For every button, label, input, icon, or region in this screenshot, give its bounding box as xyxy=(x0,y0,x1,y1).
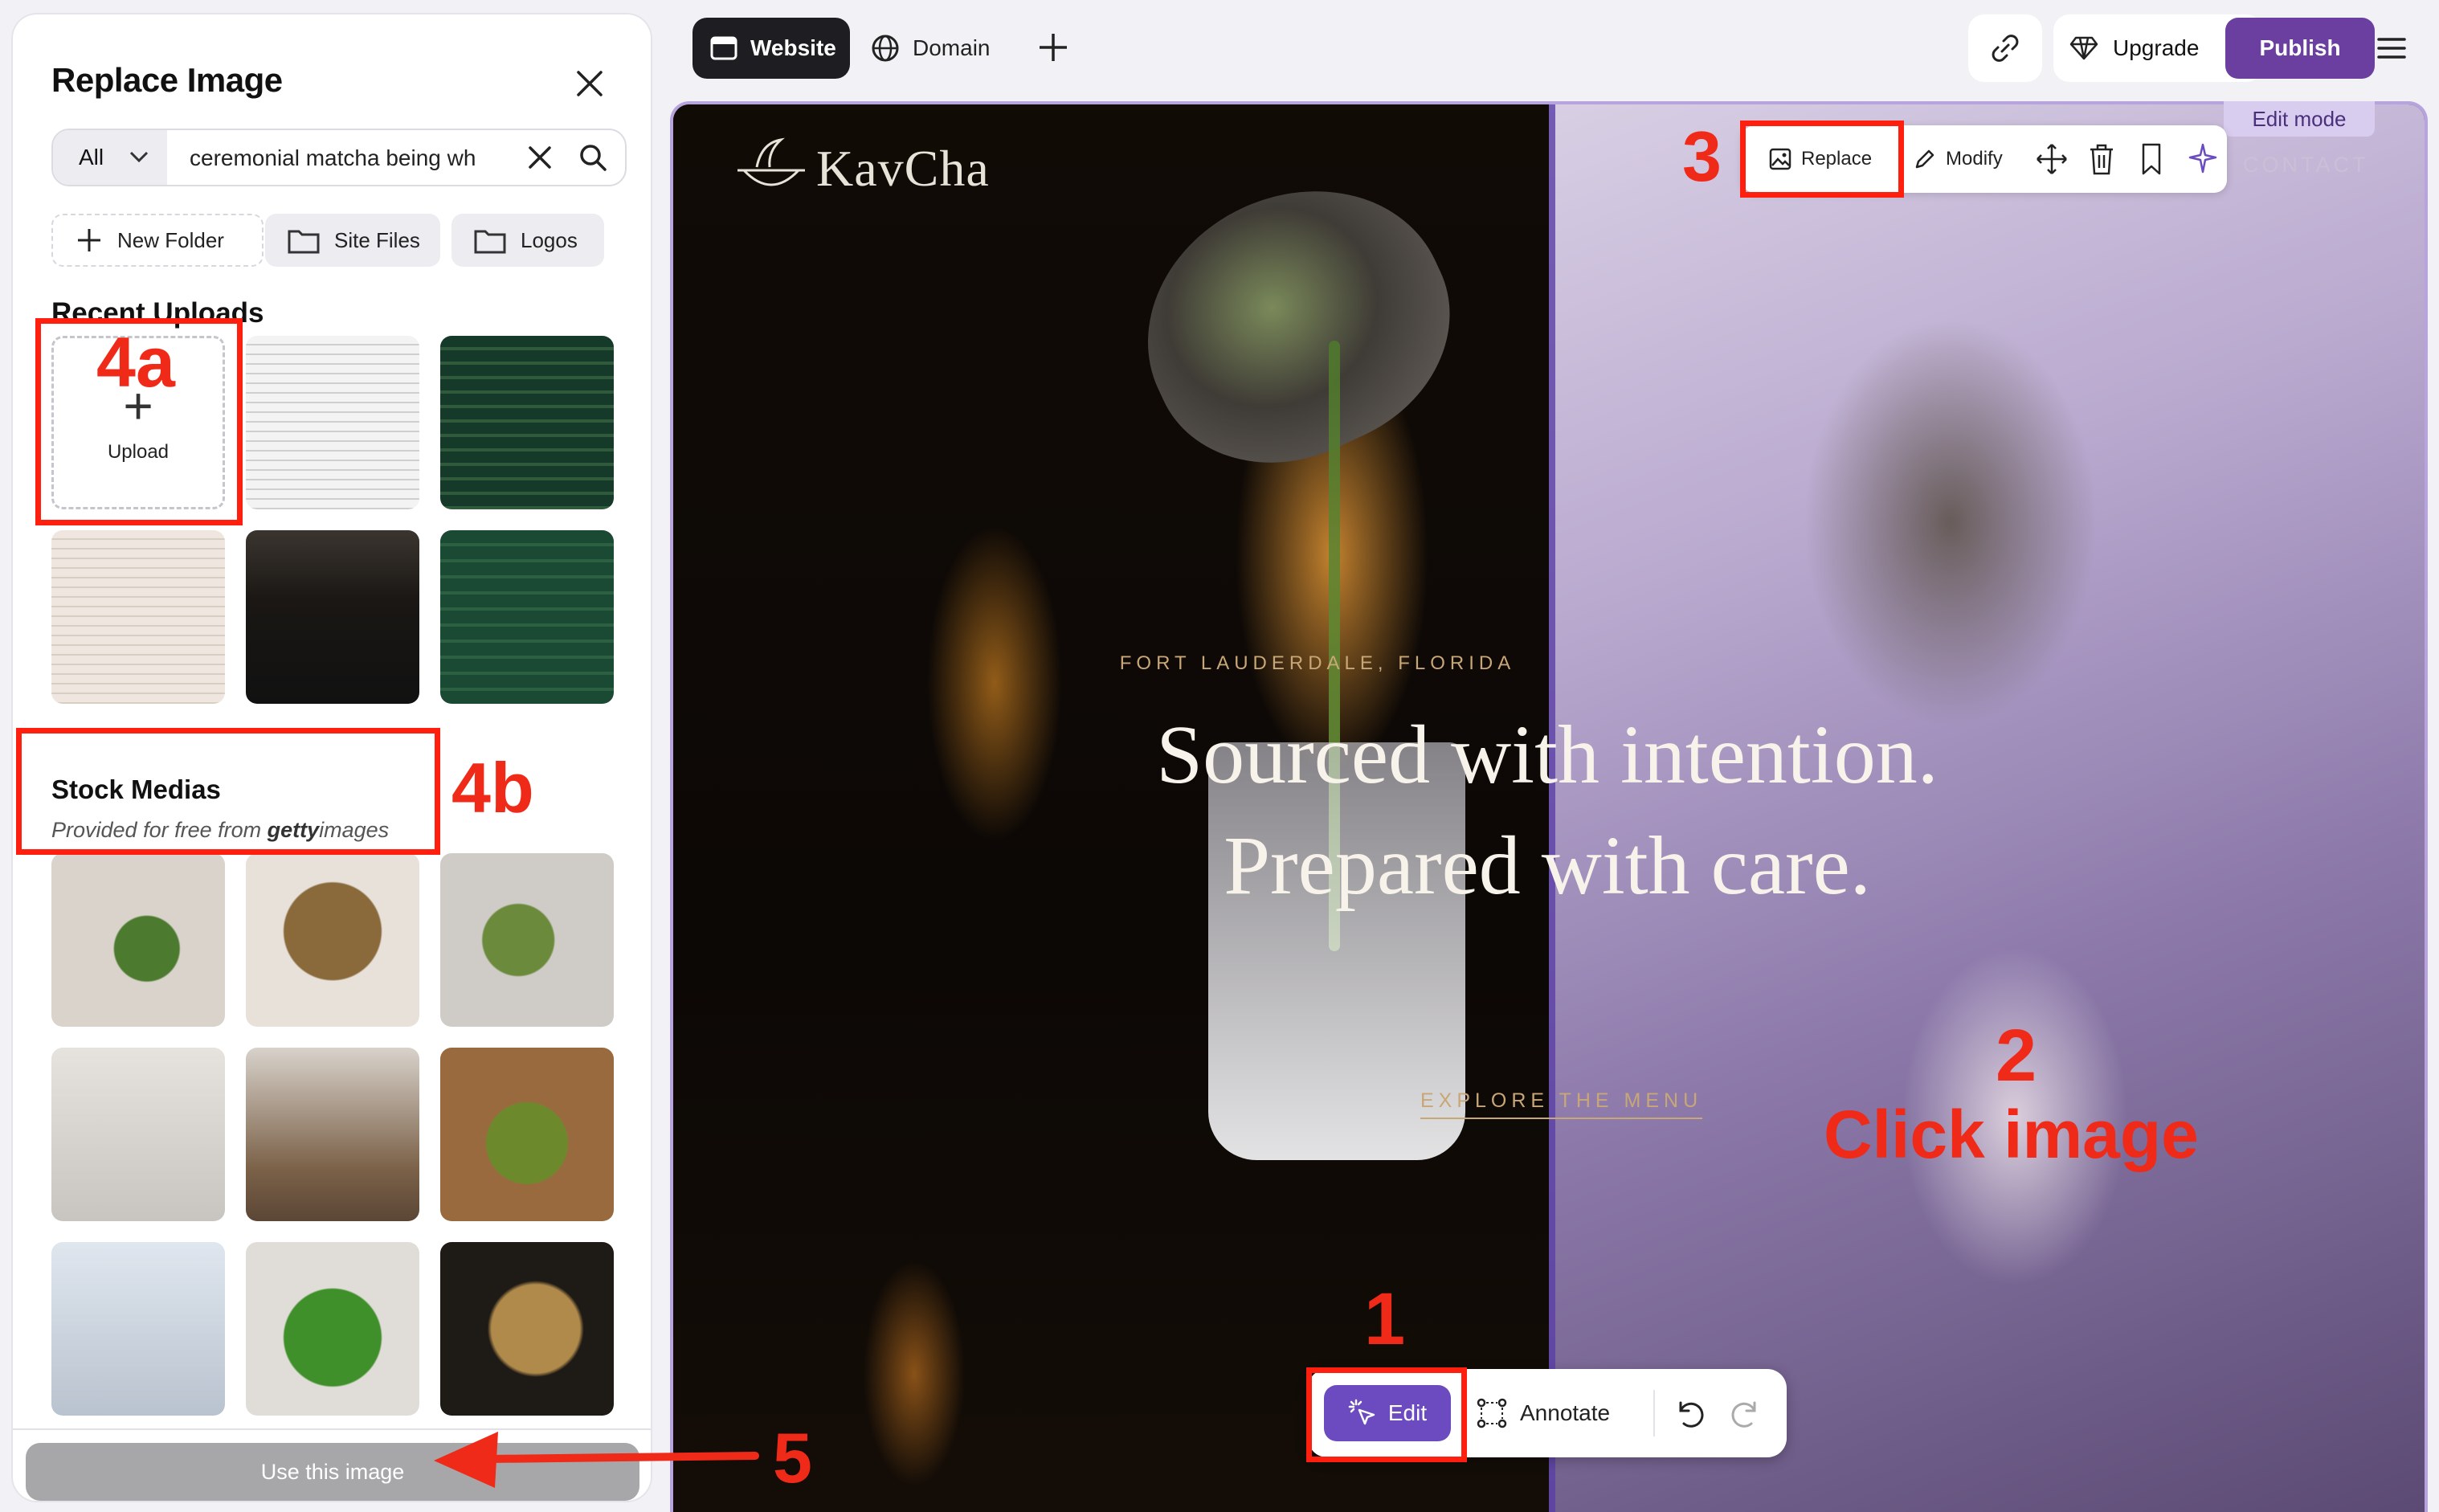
website-canvas xyxy=(670,101,2428,1512)
tea-bowl-logo-icon xyxy=(737,137,805,186)
globe-icon xyxy=(872,35,899,62)
filter-label: All xyxy=(79,145,104,170)
stock-image[interactable] xyxy=(440,853,614,1027)
stock-image[interactable] xyxy=(51,853,225,1027)
pencil-icon xyxy=(1915,149,1934,169)
nav-contact-link[interactable]: CONTACT xyxy=(2243,153,2369,178)
stock-image[interactable] xyxy=(51,1048,225,1221)
site-files-folder[interactable]: Site Files xyxy=(265,214,440,267)
recent-image-menu-light[interactable] xyxy=(246,336,419,509)
stock-image[interactable] xyxy=(440,1048,614,1221)
stock-image[interactable] xyxy=(246,1242,419,1416)
link-icon xyxy=(1992,35,2019,62)
ai-sparkle-icon[interactable] xyxy=(2185,141,2220,177)
edit-mode-badge: Edit mode xyxy=(2224,101,2375,137)
toolbar-separator xyxy=(1653,1390,1655,1436)
split-divider xyxy=(1549,104,1555,1512)
stock-image[interactable] xyxy=(440,1242,614,1416)
annotation-box-replace xyxy=(1740,121,1904,198)
trash-icon[interactable] xyxy=(2086,141,2118,177)
annotate-icon xyxy=(1477,1398,1507,1428)
stock-image[interactable] xyxy=(51,1242,225,1416)
move-arrows-icon[interactable] xyxy=(2034,141,2069,177)
hamburger-menu-icon[interactable] xyxy=(2357,14,2426,82)
annotation-step-4b: 4b xyxy=(451,748,534,828)
tab-website[interactable]: Website xyxy=(692,18,850,79)
upgrade-label: Upgrade xyxy=(2113,35,2200,60)
tab-domain-label: Domain xyxy=(913,35,991,60)
clear-search-icon[interactable] xyxy=(524,141,556,174)
modify-label: Modify xyxy=(1946,148,2003,170)
recent-image-dark-menu[interactable] xyxy=(246,530,419,704)
chevron-down-icon xyxy=(129,151,149,163)
logos-folder[interactable]: Logos xyxy=(451,214,604,267)
hero-image-matcha-pour[interactable] xyxy=(1549,104,2425,1512)
explore-menu-link[interactable]: EXPLORE THE MENU xyxy=(1420,1089,1703,1119)
new-folder-button[interactable]: New Folder xyxy=(51,214,264,267)
stock-image[interactable] xyxy=(246,853,419,1027)
hero-location: FORT LAUDERDALE, FLORIDA xyxy=(1119,652,1516,674)
annotation-step-3: 3 xyxy=(1682,116,1722,196)
modify-button[interactable]: Modify xyxy=(1914,135,2003,183)
stock-image[interactable] xyxy=(246,1048,419,1221)
panel-title: Replace Image xyxy=(51,61,283,99)
annotation-step-2: 2 xyxy=(1996,1015,2037,1097)
hero-heading-line2[interactable]: Prepared with care. xyxy=(985,818,2110,913)
bookmark-icon[interactable] xyxy=(2137,141,2166,177)
undo-icon[interactable] xyxy=(1673,1398,1705,1430)
logo-text: KavCha xyxy=(816,140,990,197)
upgrade-button[interactable]: Upgrade xyxy=(2069,18,2199,79)
site-logo[interactable]: KavCha xyxy=(733,135,990,202)
plus-icon xyxy=(78,229,100,251)
annotation-step-5: 5 xyxy=(773,1418,812,1498)
search-input[interactable] xyxy=(188,138,505,178)
filter-dropdown[interactable]: All xyxy=(53,130,167,185)
recent-image-menu-green[interactable] xyxy=(440,336,614,509)
search-bar: All xyxy=(51,129,627,186)
add-tab-plus-icon[interactable] xyxy=(1035,29,1072,66)
annotation-step-2-label: Click image xyxy=(1824,1097,2199,1172)
search-icon[interactable] xyxy=(577,141,609,174)
folder-icon xyxy=(288,230,320,254)
folder-icon xyxy=(474,230,506,254)
annotation-box-edit xyxy=(1306,1367,1467,1462)
redo-icon[interactable] xyxy=(1730,1398,1763,1430)
annotate-button[interactable]: Annotate xyxy=(1477,1385,1610,1441)
recent-image-document[interactable] xyxy=(51,530,225,704)
publish-button[interactable]: Publish xyxy=(2225,18,2375,79)
new-folder-label: New Folder xyxy=(117,227,224,252)
annotation-arrow-left-icon xyxy=(434,1432,759,1488)
browser-window-icon xyxy=(710,36,737,60)
annotation-box-stock xyxy=(16,728,440,855)
tab-website-label: Website xyxy=(750,35,836,60)
logos-label: Logos xyxy=(521,227,578,252)
hero-heading-line1[interactable]: Sourced with intention. xyxy=(985,707,2110,803)
annotation-step-1: 1 xyxy=(1364,1278,1406,1360)
close-icon[interactable] xyxy=(566,59,614,108)
annotation-step-4a: 4a xyxy=(96,322,175,402)
diamond-icon xyxy=(2069,36,2098,60)
annotate-label: Annotate xyxy=(1520,1400,1611,1425)
recent-image-menu-green-2[interactable] xyxy=(440,530,614,704)
site-files-label: Site Files xyxy=(334,227,420,252)
tab-domain[interactable]: Domain xyxy=(868,18,1028,79)
link-button[interactable] xyxy=(1968,14,2042,82)
